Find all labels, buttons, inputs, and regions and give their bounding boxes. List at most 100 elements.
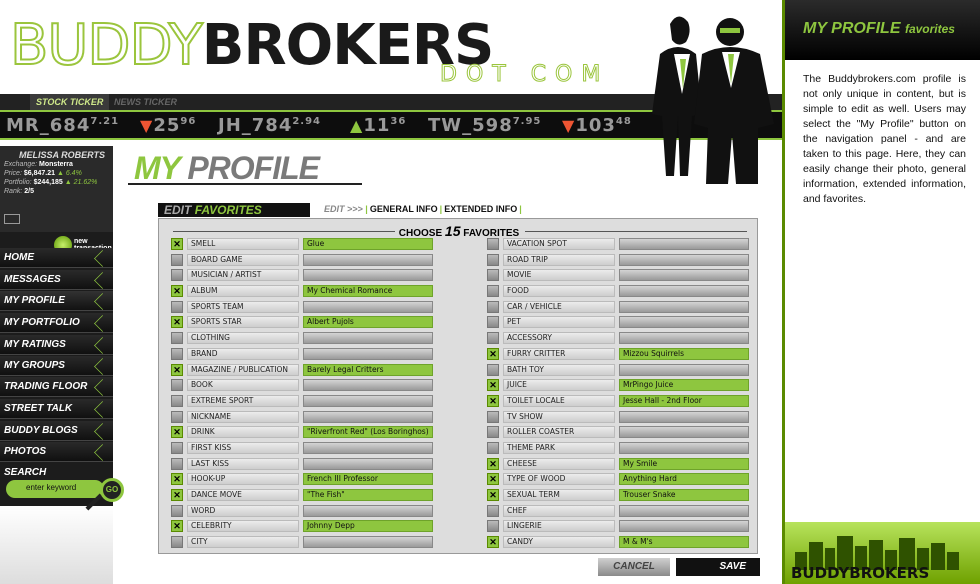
favorite-checkbox[interactable] — [171, 379, 183, 392]
favorite-checkbox[interactable] — [487, 253, 499, 266]
favorite-value-input[interactable] — [619, 410, 749, 423]
favorite-checkbox[interactable]: ✕ — [487, 536, 499, 549]
favorite-value-input[interactable]: Trouser Snake — [619, 489, 749, 501]
cancel-button[interactable]: CANCEL — [598, 558, 670, 576]
nav-messages[interactable]: MESSAGES — [0, 270, 113, 290]
save-button[interactable]: SAVE — [676, 558, 760, 576]
favorite-checkbox[interactable] — [171, 441, 183, 454]
favorite-checkbox[interactable] — [487, 300, 499, 313]
favorite-value-input[interactable]: My Smile — [619, 457, 749, 470]
nav-buddy-blogs[interactable]: BUDDY BLOGS — [0, 421, 113, 441]
search-input[interactable]: enter keyword — [6, 480, 104, 498]
favorite-checkbox[interactable]: ✕ — [487, 457, 499, 470]
favorite-checkbox[interactable]: ✕ — [171, 316, 183, 329]
mail-icon[interactable] — [4, 214, 20, 224]
nav-my-portfolio[interactable]: MY PORTFOLIO — [0, 313, 113, 333]
favorite-value-input[interactable] — [619, 300, 749, 313]
subnav-extended-info[interactable]: EXTENDED INFO — [444, 204, 517, 214]
favorite-value-input[interactable]: "The Fish" — [303, 489, 433, 501]
favorite-value-input[interactable] — [619, 316, 749, 329]
favorite-checkbox[interactable] — [171, 504, 183, 517]
favorite-checkbox[interactable] — [171, 253, 183, 266]
favorite-value-input[interactable]: Johnny Depp — [303, 520, 433, 533]
favorite-checkbox[interactable] — [487, 363, 499, 376]
favorite-checkbox[interactable] — [171, 347, 183, 360]
favorite-checkbox[interactable]: ✕ — [171, 473, 183, 486]
favorite-checkbox[interactable] — [171, 269, 183, 282]
favorite-value-input[interactable] — [303, 536, 433, 549]
tab-news-ticker[interactable]: NEWS TICKER — [108, 94, 183, 110]
favorite-checkbox[interactable] — [487, 441, 499, 454]
favorite-checkbox[interactable]: ✕ — [171, 238, 183, 250]
favorite-value-input[interactable] — [619, 269, 749, 282]
favorite-value-input[interactable]: "Riverfront Red" (Los Boringhos) — [303, 426, 433, 439]
search-go-button[interactable]: GO — [100, 478, 124, 502]
favorite-value-input[interactable] — [619, 238, 749, 250]
favorite-checkbox[interactable] — [171, 394, 183, 407]
tab-stock-ticker[interactable]: STOCK TICKER — [30, 94, 110, 110]
favorite-checkbox[interactable] — [487, 426, 499, 439]
favorite-checkbox[interactable]: ✕ — [487, 473, 499, 486]
favorite-checkbox[interactable]: ✕ — [487, 489, 499, 501]
favorite-checkbox[interactable]: ✕ — [487, 379, 499, 392]
nav-home[interactable]: HOME — [0, 248, 113, 268]
site-logo[interactable]: BUDDYBROKERS — [9, 17, 494, 75]
favorite-value-input[interactable] — [619, 332, 749, 345]
favorite-value-input[interactable] — [619, 363, 749, 376]
favorite-value-input[interactable]: Barely Legal Critters — [303, 363, 433, 376]
subnav-general-info[interactable]: GENERAL INFO — [370, 204, 438, 214]
favorite-value-input[interactable] — [303, 300, 433, 313]
favorite-value-input[interactable] — [619, 426, 749, 439]
favorite-value-input[interactable]: Jesse Hall - 2nd Floor — [619, 394, 749, 407]
favorite-value-input[interactable]: MrPingo Juice — [619, 379, 749, 392]
favorite-checkbox[interactable] — [487, 410, 499, 423]
favorite-value-input[interactable]: Mizzou Squirrels — [619, 347, 749, 360]
favorite-checkbox[interactable] — [487, 504, 499, 517]
favorite-checkbox[interactable] — [487, 285, 499, 298]
favorite-value-input[interactable]: My Chemical Romance — [303, 285, 433, 298]
favorite-checkbox[interactable] — [487, 269, 499, 282]
favorite-value-input[interactable]: M & M's — [619, 536, 749, 549]
favorite-value-input[interactable] — [303, 457, 433, 470]
favorite-checkbox[interactable]: ✕ — [487, 394, 499, 407]
favorite-value-input[interactable] — [619, 504, 749, 517]
favorite-checkbox[interactable]: ✕ — [171, 426, 183, 439]
favorite-checkbox[interactable] — [487, 316, 499, 329]
favorite-checkbox[interactable]: ✕ — [487, 347, 499, 360]
favorite-value-input[interactable]: Albert Pujols — [303, 316, 433, 329]
favorite-value-input[interactable] — [303, 269, 433, 282]
nav-my-profile[interactable]: MY PROFILE — [0, 291, 113, 311]
favorite-checkbox[interactable] — [171, 300, 183, 313]
favorite-checkbox[interactable]: ✕ — [171, 285, 183, 298]
favorite-value-input[interactable] — [303, 410, 433, 423]
favorite-value-input[interactable]: French III Professor — [303, 473, 433, 486]
favorite-checkbox[interactable]: ✕ — [171, 520, 183, 533]
favorite-value-input[interactable] — [303, 332, 433, 345]
favorite-value-input[interactable] — [303, 394, 433, 407]
favorite-checkbox[interactable] — [487, 332, 499, 345]
favorite-value-input[interactable] — [303, 504, 433, 517]
favorite-value-input[interactable]: Glue — [303, 238, 433, 250]
nav-photos[interactable]: PHOTOS — [0, 442, 113, 462]
favorite-checkbox[interactable]: ✕ — [171, 363, 183, 376]
favorite-checkbox[interactable] — [171, 410, 183, 423]
favorite-value-input[interactable] — [619, 520, 749, 533]
favorite-checkbox[interactable] — [487, 238, 499, 250]
favorite-checkbox[interactable] — [171, 536, 183, 549]
favorite-value-input[interactable] — [303, 347, 433, 360]
favorite-checkbox[interactable]: ✕ — [171, 489, 183, 501]
favorite-value-input[interactable] — [303, 253, 433, 266]
favorite-value-input[interactable]: Anything Hard — [619, 473, 749, 486]
favorite-value-input[interactable] — [619, 441, 749, 454]
favorite-checkbox[interactable] — [171, 457, 183, 470]
nav-my-groups[interactable]: MY GROUPS — [0, 356, 113, 376]
favorite-checkbox[interactable] — [487, 520, 499, 533]
favorite-value-input[interactable] — [303, 379, 433, 392]
favorite-value-input[interactable] — [619, 253, 749, 266]
nav-my-ratings[interactable]: MY RATINGS — [0, 335, 113, 355]
favorite-checkbox[interactable] — [171, 332, 183, 345]
favorite-value-input[interactable] — [619, 285, 749, 298]
favorite-value-input[interactable] — [303, 441, 433, 454]
nav-street-talk[interactable]: STREET TALK — [0, 399, 113, 419]
nav-trading-floor[interactable]: TRADING FLOOR — [0, 377, 113, 397]
